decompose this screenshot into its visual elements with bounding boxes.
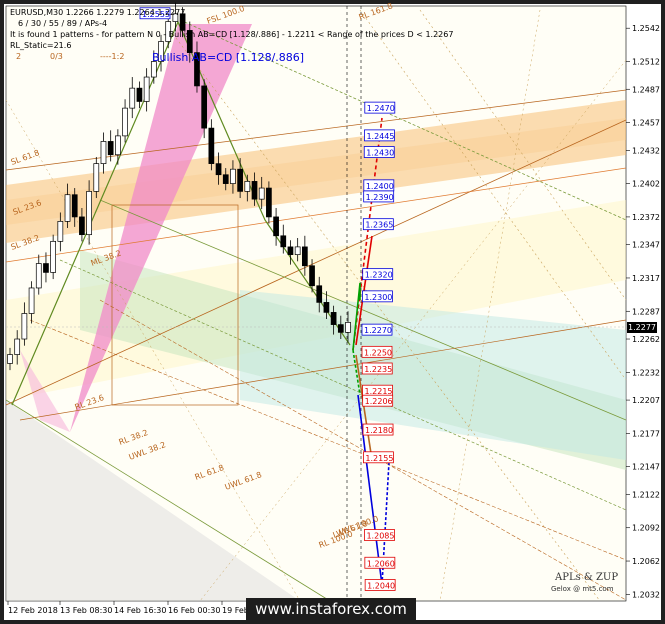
y-tick-label: 1.2032: [632, 590, 660, 599]
candle-body: [136, 87, 143, 102]
y-tick-label: 1.2122: [632, 490, 660, 499]
candle-body: [215, 163, 222, 176]
pattern-title: Bullish AB=CD [1.128/.886]: [152, 51, 305, 64]
candle-body: [71, 194, 78, 218]
price-label: 1.2430: [366, 149, 394, 158]
brand-name: APLs & ZUP: [555, 572, 619, 583]
pattern-line: It is found 1 patterns - for pattern N 0…: [10, 30, 454, 39]
y-tick-label: 1.2402: [632, 180, 660, 189]
candle-body: [244, 181, 251, 192]
candle-body: [21, 313, 28, 340]
y-tick-label: 1.2432: [632, 146, 660, 155]
candle-body: [86, 191, 92, 236]
y-tick-label: 1.2062: [632, 557, 660, 566]
candle-body: [345, 322, 351, 333]
candle-body: [280, 235, 287, 248]
y-tick-label: 1.2457: [632, 119, 660, 128]
price-label: 1.2320: [365, 271, 393, 280]
x-tick-label: 19 Feb: [222, 606, 249, 615]
chart-svg: 1.2542 1.2512 1.2487 1.2457 1.2432 1.2402 1.23…: [0, 0, 665, 624]
symbol-line: EURUSD,M30 1.2266 1.2279 1.2264 1.2277: [10, 8, 186, 17]
price-label: 1.2365: [365, 221, 393, 230]
price-label: 1.2390: [366, 193, 394, 202]
candle-body: [201, 85, 208, 129]
static-line: RL_Static=21.6: [10, 41, 72, 50]
price-label: 1.2445: [366, 132, 394, 141]
candle-body: [222, 174, 229, 184]
candle-body: [115, 135, 121, 156]
nums-1: 2: [16, 52, 22, 61]
nums-2: 0/3: [50, 52, 63, 61]
price-label: 1.2206: [365, 397, 393, 406]
candle-body: [337, 324, 344, 333]
price-label: 1.2040: [367, 581, 395, 590]
candle-body: [251, 181, 258, 200]
candle-body: [316, 285, 323, 303]
candle-body: [57, 221, 64, 242]
price-label: 1.2470: [367, 104, 395, 113]
price-label: 1.2250: [364, 348, 392, 357]
y-tick-label: 1.2177: [632, 429, 660, 438]
candle-body: [302, 246, 308, 267]
price-label: 1.2300: [364, 293, 392, 302]
watermark[interactable]: www.instaforex.com: [246, 598, 416, 620]
candle-body: [237, 168, 243, 192]
candle-body: [28, 287, 35, 314]
candle-body: [129, 87, 136, 109]
candle-body: [309, 265, 315, 287]
y-tick-label: 1.2487: [632, 85, 660, 94]
candle-body: [323, 302, 330, 313]
candle-body: [208, 127, 215, 164]
y-tick-label: 1.2512: [632, 58, 660, 67]
candle-body: [258, 187, 265, 200]
candle-body: [287, 246, 294, 256]
candle-body: [273, 216, 279, 237]
current-price-tag: 1.2277: [627, 322, 657, 333]
y-tick-label: 1.2147: [632, 463, 660, 472]
chart-frame: 1.2542 1.2512 1.2487 1.2457 1.2432 1.2402 1.23…: [0, 0, 665, 624]
y-tick-label: 1.2347: [632, 241, 660, 250]
candle-body: [330, 312, 337, 325]
price-label: 1.2235: [364, 365, 392, 374]
candle-body: [107, 141, 114, 156]
price-label: 1.2180: [365, 426, 393, 435]
y-tick-label: 1.2287: [632, 307, 660, 316]
candle-body: [93, 163, 100, 192]
candle-body: [35, 263, 42, 289]
nums-3: ----1:2: [100, 52, 125, 61]
price-label: 1.2270: [364, 326, 392, 335]
candle-body: [143, 76, 150, 102]
y-tick-label: 1.2262: [632, 335, 660, 344]
candle-body: [230, 168, 236, 184]
price-label: 1.2400: [366, 182, 394, 191]
candle-body: [100, 141, 107, 164]
candle-body: [79, 216, 85, 236]
y-tick-label: 1.2372: [632, 213, 660, 222]
candle-body: [64, 194, 71, 222]
candle-body: [294, 246, 301, 256]
y-tick-label: 1.2317: [632, 274, 660, 283]
price-label: 1.2060: [367, 559, 395, 568]
x-tick-label: 14 Feb 16:30: [114, 606, 166, 615]
candle-body: [50, 240, 56, 273]
y-tick-label: 1.2207: [632, 396, 660, 405]
candle-body: [7, 354, 13, 364]
price-label: 1.2085: [366, 532, 394, 541]
params-line: 6 / 30 / 55 / 89 / APs-4: [18, 19, 108, 28]
x-tick-label: 12 Feb 2018: [8, 606, 58, 615]
brand-email: Gelox @ mt5.com: [551, 585, 614, 593]
x-tick-label: 13 Feb 08:30: [60, 606, 112, 615]
y-tick-label: 1.2542: [632, 24, 660, 33]
candle-body: [43, 263, 49, 273]
y-tick-label: 1.2092: [632, 524, 660, 533]
candle-body: [14, 338, 21, 355]
price-label: 1.2155: [365, 454, 393, 463]
x-tick-label: 16 Feb 00:30: [168, 606, 220, 615]
y-tick-label: 1.2232: [632, 368, 660, 377]
candle-body: [266, 187, 272, 218]
candle-body: [122, 107, 128, 137]
